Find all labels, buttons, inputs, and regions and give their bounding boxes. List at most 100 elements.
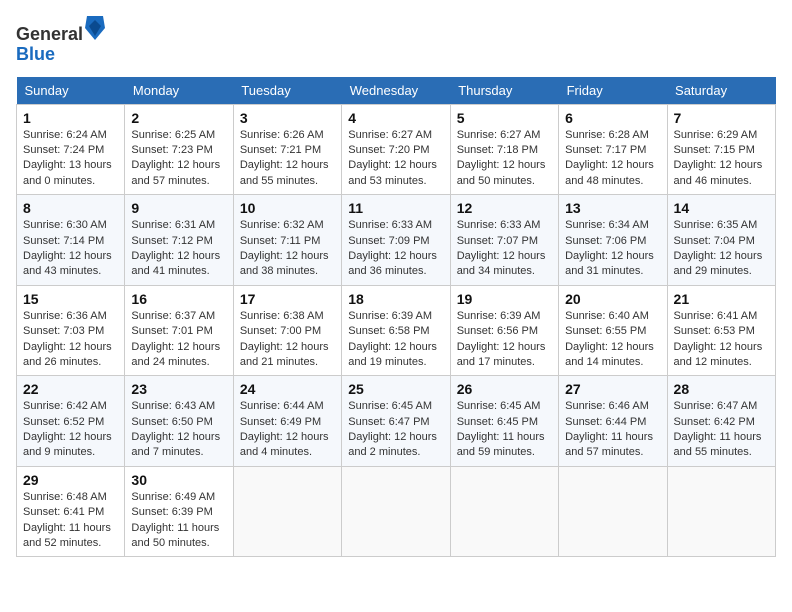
day-number: 20 — [565, 291, 660, 307]
day-cell: 4 Sunrise: 6:27 AM Sunset: 7:20 PM Dayli… — [342, 104, 450, 195]
day-cell: 5 Sunrise: 6:27 AM Sunset: 7:18 PM Dayli… — [450, 104, 558, 195]
day-info: Sunrise: 6:24 AM Sunset: 7:24 PM Dayligh… — [23, 128, 118, 190]
day-cell — [667, 466, 775, 557]
day-cell — [559, 466, 667, 557]
day-info: Sunrise: 6:37 AM Sunset: 7:01 PM Dayligh… — [131, 309, 226, 371]
day-info: Sunrise: 6:45 AM Sunset: 6:45 PM Dayligh… — [457, 399, 552, 461]
day-cell: 24 Sunrise: 6:44 AM Sunset: 6:49 PM Dayl… — [233, 376, 341, 467]
day-info: Sunrise: 6:43 AM Sunset: 6:50 PM Dayligh… — [131, 399, 226, 461]
day-info: Sunrise: 6:42 AM Sunset: 6:52 PM Dayligh… — [23, 399, 118, 461]
day-info: Sunrise: 6:38 AM Sunset: 7:00 PM Dayligh… — [240, 309, 335, 371]
day-number: 1 — [23, 110, 118, 126]
day-number: 2 — [131, 110, 226, 126]
day-cell: 27 Sunrise: 6:46 AM Sunset: 6:44 PM Dayl… — [559, 376, 667, 467]
day-header-thursday: Thursday — [450, 77, 558, 105]
calendar-table: SundayMondayTuesdayWednesdayThursdayFrid… — [16, 77, 776, 558]
day-cell: 1 Sunrise: 6:24 AM Sunset: 7:24 PM Dayli… — [17, 104, 125, 195]
day-info: Sunrise: 6:47 AM Sunset: 6:42 PM Dayligh… — [674, 399, 769, 461]
day-cell: 30 Sunrise: 6:49 AM Sunset: 6:39 PM Dayl… — [125, 466, 233, 557]
day-cell: 8 Sunrise: 6:30 AM Sunset: 7:14 PM Dayli… — [17, 195, 125, 286]
day-cell: 18 Sunrise: 6:39 AM Sunset: 6:58 PM Dayl… — [342, 285, 450, 376]
day-info: Sunrise: 6:29 AM Sunset: 7:15 PM Dayligh… — [674, 128, 769, 190]
day-cell: 16 Sunrise: 6:37 AM Sunset: 7:01 PM Dayl… — [125, 285, 233, 376]
day-number: 29 — [23, 472, 118, 488]
day-info: Sunrise: 6:30 AM Sunset: 7:14 PM Dayligh… — [23, 218, 118, 280]
day-info: Sunrise: 6:35 AM Sunset: 7:04 PM Dayligh… — [674, 218, 769, 280]
day-number: 13 — [565, 200, 660, 216]
day-cell: 6 Sunrise: 6:28 AM Sunset: 7:17 PM Dayli… — [559, 104, 667, 195]
day-cell: 29 Sunrise: 6:48 AM Sunset: 6:41 PM Dayl… — [17, 466, 125, 557]
day-number: 11 — [348, 200, 443, 216]
day-cell: 3 Sunrise: 6:26 AM Sunset: 7:21 PM Dayli… — [233, 104, 341, 195]
day-cell: 2 Sunrise: 6:25 AM Sunset: 7:23 PM Dayli… — [125, 104, 233, 195]
day-header-wednesday: Wednesday — [342, 77, 450, 105]
day-cell: 25 Sunrise: 6:45 AM Sunset: 6:47 PM Dayl… — [342, 376, 450, 467]
day-header-friday: Friday — [559, 77, 667, 105]
day-number: 15 — [23, 291, 118, 307]
page-header: General Blue — [16, 16, 776, 65]
day-number: 25 — [348, 381, 443, 397]
day-number: 9 — [131, 200, 226, 216]
day-info: Sunrise: 6:26 AM Sunset: 7:21 PM Dayligh… — [240, 128, 335, 190]
logo-blue: Blue — [16, 44, 55, 64]
day-cell — [342, 466, 450, 557]
day-info: Sunrise: 6:39 AM Sunset: 6:58 PM Dayligh… — [348, 309, 443, 371]
day-number: 16 — [131, 291, 226, 307]
day-number: 8 — [23, 200, 118, 216]
day-info: Sunrise: 6:27 AM Sunset: 7:18 PM Dayligh… — [457, 128, 552, 190]
week-row-4: 22 Sunrise: 6:42 AM Sunset: 6:52 PM Dayl… — [17, 376, 776, 467]
day-info: Sunrise: 6:41 AM Sunset: 6:53 PM Dayligh… — [674, 309, 769, 371]
day-number: 7 — [674, 110, 769, 126]
day-number: 23 — [131, 381, 226, 397]
day-number: 10 — [240, 200, 335, 216]
day-cell: 28 Sunrise: 6:47 AM Sunset: 6:42 PM Dayl… — [667, 376, 775, 467]
day-cell: 15 Sunrise: 6:36 AM Sunset: 7:03 PM Dayl… — [17, 285, 125, 376]
day-header-saturday: Saturday — [667, 77, 775, 105]
day-number: 5 — [457, 110, 552, 126]
day-cell: 17 Sunrise: 6:38 AM Sunset: 7:00 PM Dayl… — [233, 285, 341, 376]
day-info: Sunrise: 6:44 AM Sunset: 6:49 PM Dayligh… — [240, 399, 335, 461]
day-info: Sunrise: 6:34 AM Sunset: 7:06 PM Dayligh… — [565, 218, 660, 280]
days-header-row: SundayMondayTuesdayWednesdayThursdayFrid… — [17, 77, 776, 105]
day-number: 21 — [674, 291, 769, 307]
day-info: Sunrise: 6:39 AM Sunset: 6:56 PM Dayligh… — [457, 309, 552, 371]
day-number: 30 — [131, 472, 226, 488]
day-info: Sunrise: 6:40 AM Sunset: 6:55 PM Dayligh… — [565, 309, 660, 371]
day-cell: 10 Sunrise: 6:32 AM Sunset: 7:11 PM Dayl… — [233, 195, 341, 286]
week-row-3: 15 Sunrise: 6:36 AM Sunset: 7:03 PM Dayl… — [17, 285, 776, 376]
day-info: Sunrise: 6:25 AM Sunset: 7:23 PM Dayligh… — [131, 128, 226, 190]
day-number: 14 — [674, 200, 769, 216]
day-header-tuesday: Tuesday — [233, 77, 341, 105]
day-number: 12 — [457, 200, 552, 216]
day-info: Sunrise: 6:27 AM Sunset: 7:20 PM Dayligh… — [348, 128, 443, 190]
day-cell: 14 Sunrise: 6:35 AM Sunset: 7:04 PM Dayl… — [667, 195, 775, 286]
day-info: Sunrise: 6:46 AM Sunset: 6:44 PM Dayligh… — [565, 399, 660, 461]
day-number: 28 — [674, 381, 769, 397]
day-number: 24 — [240, 381, 335, 397]
day-cell: 13 Sunrise: 6:34 AM Sunset: 7:06 PM Dayl… — [559, 195, 667, 286]
day-number: 26 — [457, 381, 552, 397]
calendar-body: 1 Sunrise: 6:24 AM Sunset: 7:24 PM Dayli… — [17, 104, 776, 557]
day-cell: 12 Sunrise: 6:33 AM Sunset: 7:07 PM Dayl… — [450, 195, 558, 286]
logo-general: General — [16, 24, 83, 44]
day-number: 27 — [565, 381, 660, 397]
day-cell: 26 Sunrise: 6:45 AM Sunset: 6:45 PM Dayl… — [450, 376, 558, 467]
day-info: Sunrise: 6:49 AM Sunset: 6:39 PM Dayligh… — [131, 490, 226, 552]
day-cell — [233, 466, 341, 557]
day-info: Sunrise: 6:28 AM Sunset: 7:17 PM Dayligh… — [565, 128, 660, 190]
day-number: 17 — [240, 291, 335, 307]
day-header-sunday: Sunday — [17, 77, 125, 105]
day-info: Sunrise: 6:33 AM Sunset: 7:09 PM Dayligh… — [348, 218, 443, 280]
day-info: Sunrise: 6:36 AM Sunset: 7:03 PM Dayligh… — [23, 309, 118, 371]
day-info: Sunrise: 6:31 AM Sunset: 7:12 PM Dayligh… — [131, 218, 226, 280]
week-row-2: 8 Sunrise: 6:30 AM Sunset: 7:14 PM Dayli… — [17, 195, 776, 286]
day-cell: 23 Sunrise: 6:43 AM Sunset: 6:50 PM Dayl… — [125, 376, 233, 467]
day-number: 6 — [565, 110, 660, 126]
day-cell: 20 Sunrise: 6:40 AM Sunset: 6:55 PM Dayl… — [559, 285, 667, 376]
day-cell: 19 Sunrise: 6:39 AM Sunset: 6:56 PM Dayl… — [450, 285, 558, 376]
day-number: 3 — [240, 110, 335, 126]
day-cell: 21 Sunrise: 6:41 AM Sunset: 6:53 PM Dayl… — [667, 285, 775, 376]
logo: General Blue — [16, 16, 105, 65]
day-number: 19 — [457, 291, 552, 307]
logo-icon — [85, 16, 105, 40]
